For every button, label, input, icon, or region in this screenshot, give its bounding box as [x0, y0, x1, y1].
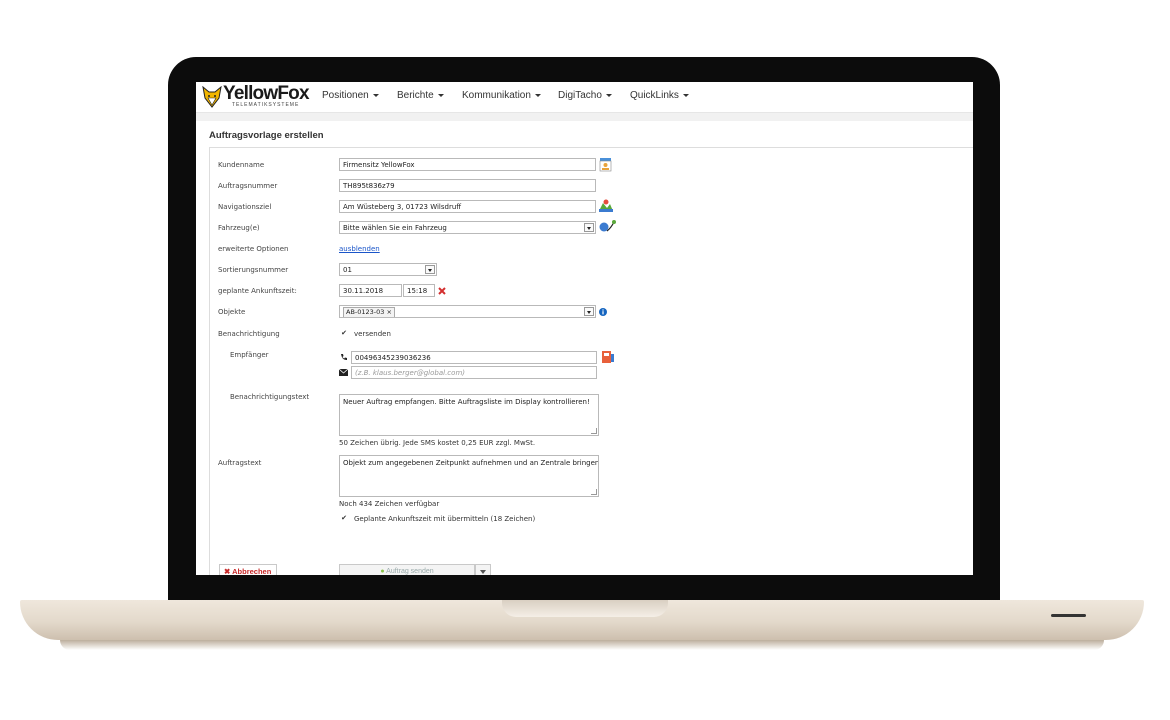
- navbar: YellowFox TELEMATIKSYSTEME Positionen Be…: [196, 82, 973, 113]
- zeichen-hint: Noch 434 Zeichen verfügbar: [339, 500, 440, 508]
- fahrzeug-value: Bitte wählen Sie ein Fahrzeug: [343, 224, 447, 232]
- fahrzeug-label: Fahrzeug(e): [218, 224, 260, 232]
- optionen-label: erweiterte Optionen: [218, 245, 289, 253]
- ankunftszeit-checkbox[interactable]: ✔: [340, 514, 348, 522]
- info-icon[interactable]: [599, 308, 607, 316]
- kundenname-label: Kundenname: [218, 161, 265, 169]
- clear-x-icon[interactable]: [438, 287, 446, 295]
- ankunftszeit-checkbox-label: Geplante Ankunftszeit mit übermitteln (1…: [354, 515, 536, 523]
- auftragstext-textarea[interactable]: Objekt zum angegebenen Zeitpunkt aufnehm…: [339, 455, 599, 497]
- navigationsziel-input[interactable]: Am Wüsteberg 3, 01723 Wilsdruff: [339, 200, 596, 213]
- brand-tagline: TELEMATIKSYSTEME: [232, 102, 300, 108]
- caret-down-icon: [534, 93, 541, 97]
- auftragsnummer-input[interactable]: TH895t836z79: [339, 179, 596, 192]
- benachrichtigungstext-textarea[interactable]: Neuer Auftrag empfangen. Bitte Auftragsl…: [339, 394, 599, 436]
- benachrichtigungstext-value: Neuer Auftrag empfangen. Bitte Auftragsl…: [343, 398, 590, 406]
- dropdown-arrow-icon: [425, 265, 435, 274]
- laptop-shadow: [60, 640, 1104, 650]
- dropdown-arrow-icon: [584, 223, 594, 232]
- remove-tag-icon[interactable]: ×: [387, 308, 392, 316]
- dropdown-arrow-icon: [584, 307, 594, 316]
- sortierung-label: Sortierungsnummer: [218, 266, 289, 274]
- empfaenger-label: Empfänger: [230, 351, 269, 359]
- email-input[interactable]: (z.B. klaus.berger@global.com): [351, 366, 597, 379]
- nav-positionen[interactable]: Positionen: [322, 90, 379, 101]
- nav-quicklinks[interactable]: QuickLinks: [630, 90, 689, 101]
- nav-berichte[interactable]: Berichte: [397, 90, 444, 101]
- caret-down-icon: [605, 93, 612, 97]
- phone-icon: [341, 354, 347, 361]
- caret-down-icon: [372, 93, 379, 97]
- kundenname-input[interactable]: Firmensitz YellowFox: [339, 158, 596, 171]
- caret-down-icon: [682, 93, 689, 97]
- objekt-tag[interactable]: AB-0123-03 ×: [343, 307, 395, 317]
- ankunft-time-input[interactable]: 15:18: [403, 284, 435, 297]
- phone-input[interactable]: 00496345239036236: [351, 351, 597, 364]
- nav-digitacho[interactable]: DigiTacho: [558, 90, 612, 101]
- cancel-label: Abbrechen: [232, 567, 272, 575]
- fox-logo-icon: [202, 86, 222, 108]
- ausblenden-link[interactable]: ausblenden: [339, 245, 380, 253]
- auftragstext-value: Objekt zum angegebenen Zeitpunkt aufnehm…: [343, 459, 599, 467]
- page-title: Auftragsvorlage erstellen: [209, 130, 324, 141]
- benachrichtigungstext-label: Benachrichtigungstext: [230, 393, 310, 401]
- vehicle-route-icon[interactable]: [599, 219, 616, 234]
- versenden-checkbox[interactable]: ✔: [340, 329, 348, 337]
- auftragsnummer-label: Auftragsnummer: [218, 182, 278, 190]
- ankunft-date-input[interactable]: 30.11.2018: [339, 284, 402, 297]
- sortierung-select[interactable]: 01: [339, 263, 437, 276]
- sub-bar: [196, 113, 973, 121]
- address-book-icon[interactable]: [599, 157, 612, 172]
- check-circle-icon: ●: [380, 568, 385, 575]
- objekt-tag-label: AB-0123-03: [346, 308, 385, 316]
- laptop-notch: [502, 600, 668, 617]
- phonebook-icon[interactable]: [601, 350, 615, 364]
- laptop-led: [1051, 614, 1086, 617]
- caret-down-icon: [437, 93, 444, 97]
- nav-label: Berichte: [397, 90, 434, 101]
- nav-kommunikation[interactable]: Kommunikation: [462, 90, 541, 101]
- send-dropdown-button[interactable]: [475, 564, 491, 575]
- resize-handle-icon[interactable]: [591, 428, 597, 434]
- map-pin-icon[interactable]: [599, 199, 613, 212]
- ankunft-label: geplante Ankunftszeit:: [218, 287, 297, 295]
- navigationsziel-label: Navigationsziel: [218, 203, 272, 211]
- benachrichtigung-label: Benachrichtigung: [218, 330, 280, 338]
- close-icon: ✖: [224, 567, 231, 575]
- sms-hint: 50 Zeichen übrig. Jede SMS kostet 0,25 E…: [339, 439, 536, 447]
- envelope-icon: [339, 369, 348, 376]
- screen: YellowFox TELEMATIKSYSTEME Positionen Be…: [196, 82, 973, 575]
- versenden-label: versenden: [354, 330, 391, 338]
- nav-label: Kommunikation: [462, 90, 531, 101]
- nav-label: DigiTacho: [558, 90, 602, 101]
- send-order-button[interactable]: ● Auftrag senden: [339, 564, 475, 575]
- objekte-label: Objekte: [218, 308, 246, 316]
- objekte-select[interactable]: AB-0123-03 ×: [339, 305, 596, 318]
- cancel-button[interactable]: ✖ Abbrechen: [219, 564, 277, 575]
- send-label: Auftrag senden: [386, 568, 434, 575]
- nav-label: Positionen: [322, 90, 369, 101]
- nav-label: QuickLinks: [630, 90, 679, 101]
- sortierung-value: 01: [343, 266, 352, 274]
- fahrzeug-select[interactable]: Bitte wählen Sie ein Fahrzeug: [339, 221, 596, 234]
- resize-handle-icon[interactable]: [591, 489, 597, 495]
- auftragstext-label: Auftragstext: [218, 459, 262, 467]
